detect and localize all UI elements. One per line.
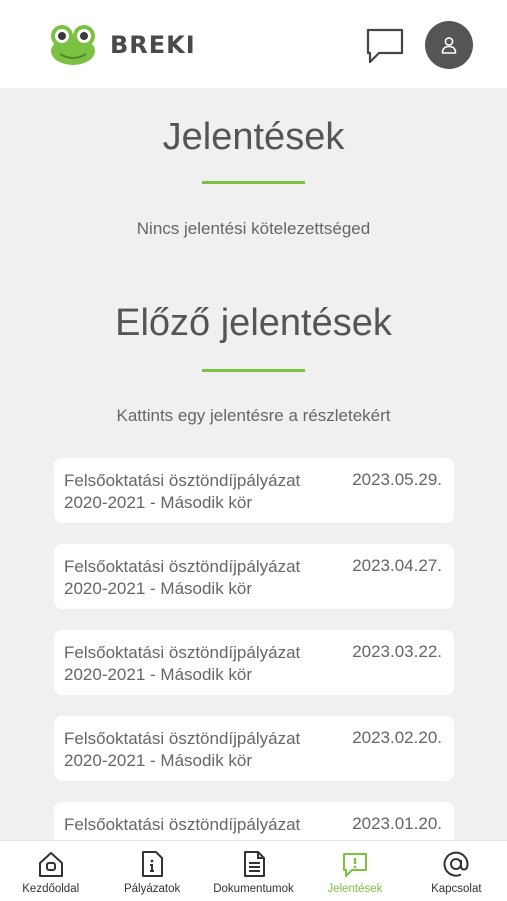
brand-logo[interactable]: BREKI (50, 24, 196, 66)
no-report-text: Nincs jelentési kötelezettséged (136, 219, 371, 238)
report-title: Felsőoktatási ösztöndíjpályázat 2020-202… (64, 729, 301, 770)
report-title: Felsőoktatási ösztöndíjpályázat 2020-202… (64, 557, 301, 598)
previous-title-underline (202, 369, 305, 372)
tab-kezdooldal[interactable]: Kezdőoldal (0, 841, 101, 901)
report-date: 2023.03.22. (352, 642, 442, 661)
chat-bubble-icon (366, 28, 404, 64)
bottom-tab-bar: Kezdőoldal Pályázatok Dokumentumok Jelen… (0, 840, 507, 901)
brand-name: BREKI (110, 31, 196, 59)
report-card[interactable]: Felsőoktatási ösztöndíjpályázat 2020-202… (54, 716, 454, 781)
report-card[interactable]: Felsőoktatási ösztöndíjpályázat 2020-202… (54, 544, 454, 609)
report-title: Felsőoktatási ösztöndíjpályázat (64, 815, 301, 834)
tab-label: Dokumentumok (213, 883, 294, 895)
report-alert-icon (342, 853, 367, 877)
tab-label: Jelentések (327, 883, 383, 895)
home-icon (38, 852, 63, 877)
report-date: 2023.01.20. (352, 814, 442, 833)
page-title: Jelentések (162, 116, 345, 158)
report-card[interactable]: Felsőoktatási ösztöndíjpályázat 2020-202… (54, 458, 454, 523)
tab-palyazatok[interactable]: Pályázatok (101, 841, 202, 901)
report-card[interactable]: Felsőoktatási ösztöndíjpályázat 2020-202… (54, 630, 454, 695)
tab-label: Kezdőoldal (22, 883, 80, 895)
report-date: 2023.05.29. (352, 470, 442, 489)
previous-reports-title: Előző jelentések (115, 302, 392, 344)
tab-label: Pályázatok (123, 883, 181, 895)
report-card[interactable]: Felsőoktatási ösztöndíjpályázat 2023.01.… (54, 802, 454, 840)
previous-reports-hint: Kattints egy jelentésre a részletekért (116, 406, 391, 425)
at-sign-icon (443, 851, 469, 877)
tab-label: Kapcsolat (431, 883, 482, 895)
tab-kapcsolat[interactable]: Kapcsolat (406, 841, 507, 901)
document-lines-icon (243, 851, 265, 877)
app-header: BREKI (0, 0, 507, 88)
user-icon (441, 37, 457, 54)
tab-dokumentumok[interactable]: Dokumentumok (203, 841, 304, 901)
report-date: 2023.02.20. (352, 728, 442, 747)
tab-jelentesek[interactable]: Jelentések (304, 841, 405, 901)
document-info-icon (142, 851, 164, 877)
profile-button[interactable] (425, 21, 473, 69)
frog-logo-icon (51, 25, 95, 65)
report-date: 2023.04.27. (352, 556, 442, 575)
report-title: Felsőoktatási ösztöndíjpályázat 2020-202… (64, 643, 301, 684)
title-underline (202, 181, 305, 184)
report-title: Felsőoktatási ösztöndíjpályázat 2020-202… (64, 471, 301, 512)
main-content: Jelentések Nincs jelentési kötelezettség… (0, 88, 507, 840)
messages-button[interactable] (364, 26, 406, 66)
